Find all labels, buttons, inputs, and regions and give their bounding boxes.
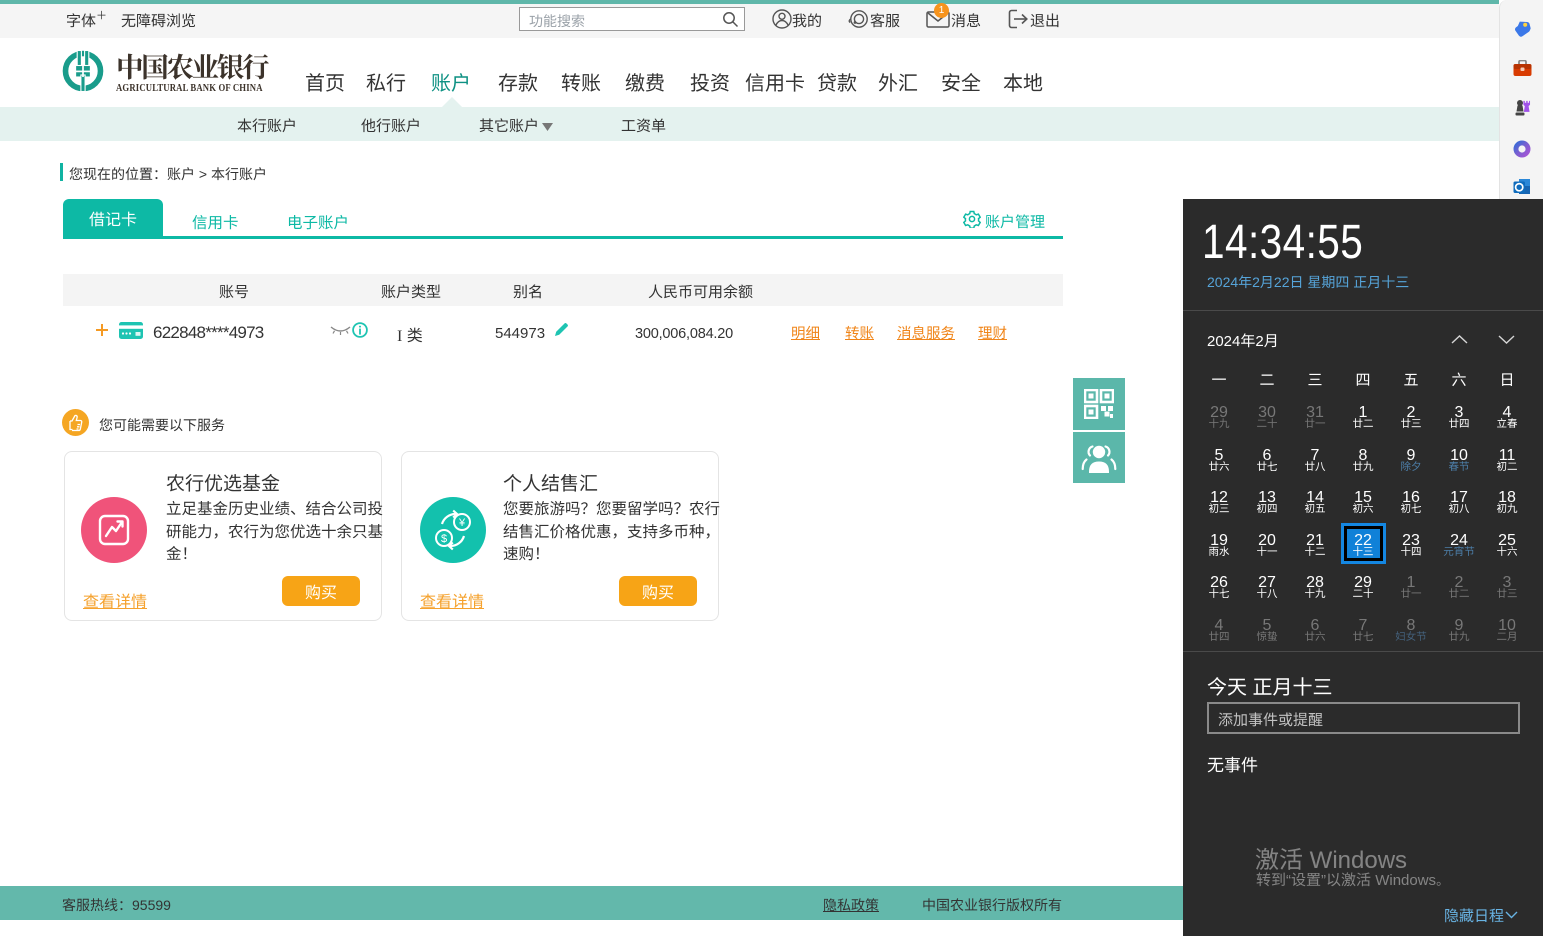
svg-text:$: $ bbox=[441, 533, 447, 545]
svg-text:¥: ¥ bbox=[458, 517, 466, 529]
